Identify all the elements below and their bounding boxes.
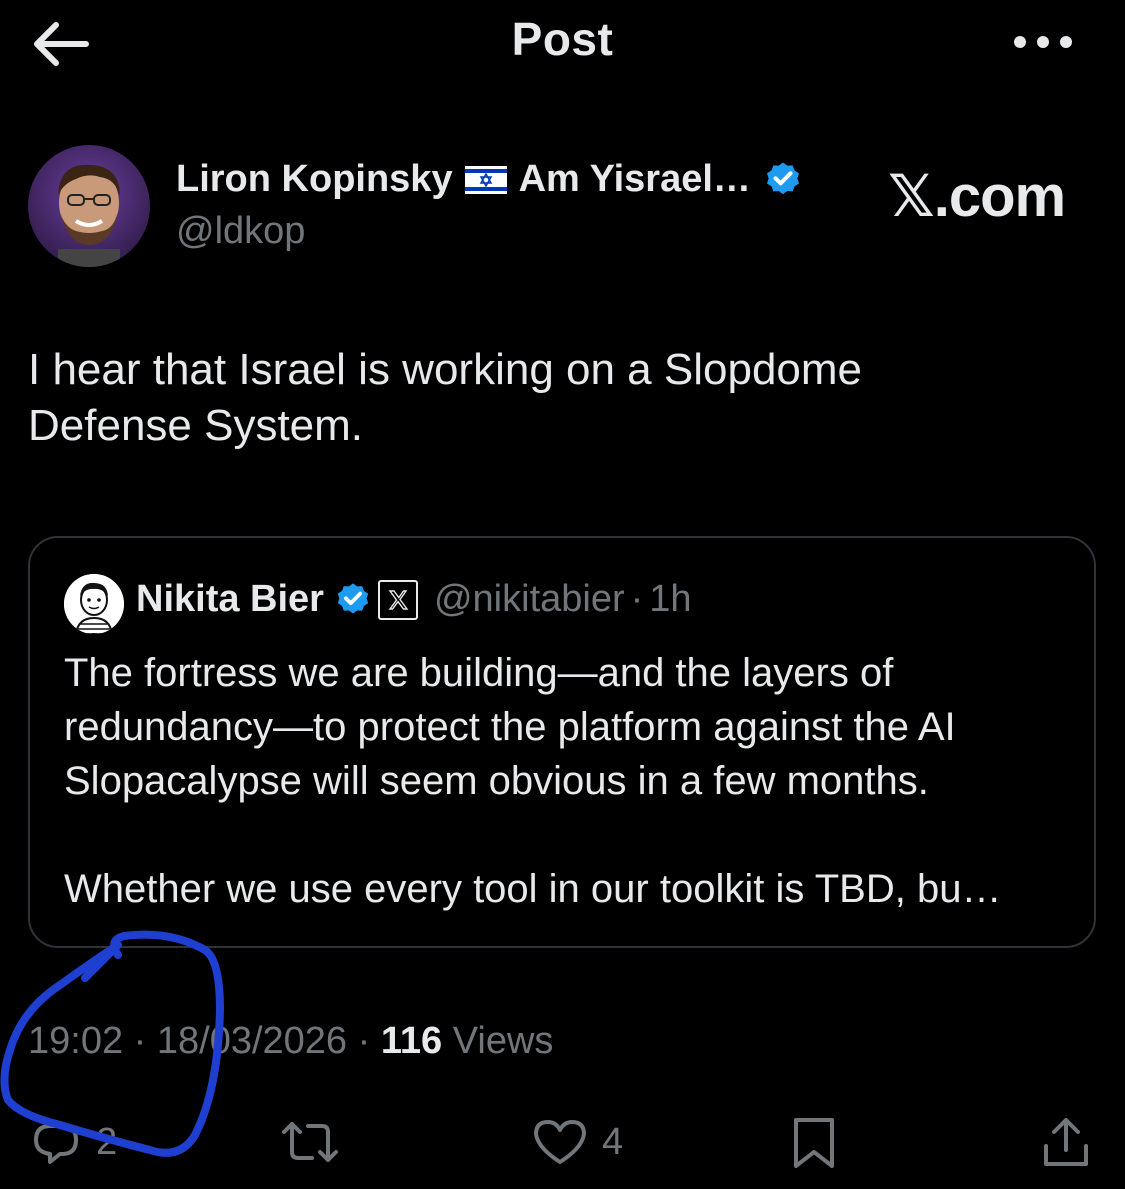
views-label[interactable]: Views bbox=[442, 1020, 554, 1062]
back-button[interactable] bbox=[28, 18, 92, 70]
x-affiliate-badge-icon bbox=[377, 579, 418, 620]
repost-icon bbox=[282, 1122, 338, 1162]
share-button[interactable] bbox=[1038, 1112, 1094, 1172]
separator-dot: · bbox=[630, 578, 644, 620]
post-time: 19:02 bbox=[28, 1020, 124, 1062]
share-icon bbox=[1044, 1118, 1088, 1166]
author-handle[interactable]: @ldkop bbox=[176, 210, 305, 253]
author-display-name: Liron Kopinsky bbox=[176, 158, 453, 200]
post-text: I hear that Israel is working on a Slopd… bbox=[28, 342, 1088, 454]
author-photo bbox=[28, 145, 150, 267]
post-text-line: I hear that Israel is working on a Slopd… bbox=[28, 345, 863, 394]
like-button[interactable]: 4 bbox=[530, 1112, 623, 1172]
quoted-text-line: Whether we use every tool in our toolkit… bbox=[64, 867, 1002, 911]
verified-badge-icon bbox=[766, 162, 799, 194]
post-date: 18/03/2026 bbox=[156, 1020, 348, 1062]
quoted-author-cartoon bbox=[64, 574, 124, 634]
reply-count: 2 bbox=[96, 1120, 118, 1163]
more-horizontal-icon bbox=[1014, 36, 1072, 48]
bookmark-icon bbox=[794, 1118, 834, 1168]
bookmark-button[interactable] bbox=[786, 1112, 842, 1172]
author-name[interactable]: Liron Kopinsky Am Yisrael… bbox=[176, 158, 803, 201]
views-count[interactable]: 116 bbox=[381, 1020, 442, 1062]
quoted-author-avatar[interactable] bbox=[64, 574, 124, 634]
quoted-text-line: redundancy—to protect the platform again… bbox=[64, 705, 956, 749]
quoted-author-handle: @nikitabier bbox=[433, 578, 625, 620]
separator-dot: · bbox=[123, 1020, 157, 1062]
site-watermark: 𝕏.com bbox=[888, 164, 1066, 229]
quoted-text-line: Slopacalypse will seem obvious in a few … bbox=[64, 759, 929, 803]
quoted-post-time: 1h bbox=[649, 578, 692, 620]
repost-button[interactable] bbox=[278, 1112, 342, 1172]
author-avatar[interactable] bbox=[28, 145, 150, 267]
author-name-suffix: Am Yisrael… bbox=[518, 158, 751, 200]
verified-badge-icon bbox=[337, 582, 369, 613]
reply-icon bbox=[34, 1124, 78, 1164]
post-metadata: 19:02 · 18/03/2026 · 116 Views bbox=[28, 1020, 553, 1063]
separator-dot: · bbox=[347, 1020, 381, 1062]
quoted-author-name[interactable]: Nikita Bier bbox=[136, 578, 324, 621]
quoted-text-line: The fortress we are building—and the lay… bbox=[64, 651, 894, 695]
page-title: Post bbox=[511, 13, 614, 65]
more-options-button[interactable] bbox=[1008, 24, 1078, 60]
reply-button[interactable]: 2 bbox=[28, 1112, 117, 1172]
arrow-left-icon bbox=[34, 22, 89, 66]
heart-icon bbox=[534, 1120, 586, 1164]
quoted-post-header: Nikita Bier @nikitabier · 1h bbox=[136, 578, 692, 621]
israel-flag-icon bbox=[464, 165, 507, 194]
post-text-line: Defense System. bbox=[28, 401, 364, 450]
quoted-post-text: The fortress we are building—and the lay… bbox=[64, 646, 1074, 916]
like-count: 4 bbox=[602, 1120, 624, 1163]
